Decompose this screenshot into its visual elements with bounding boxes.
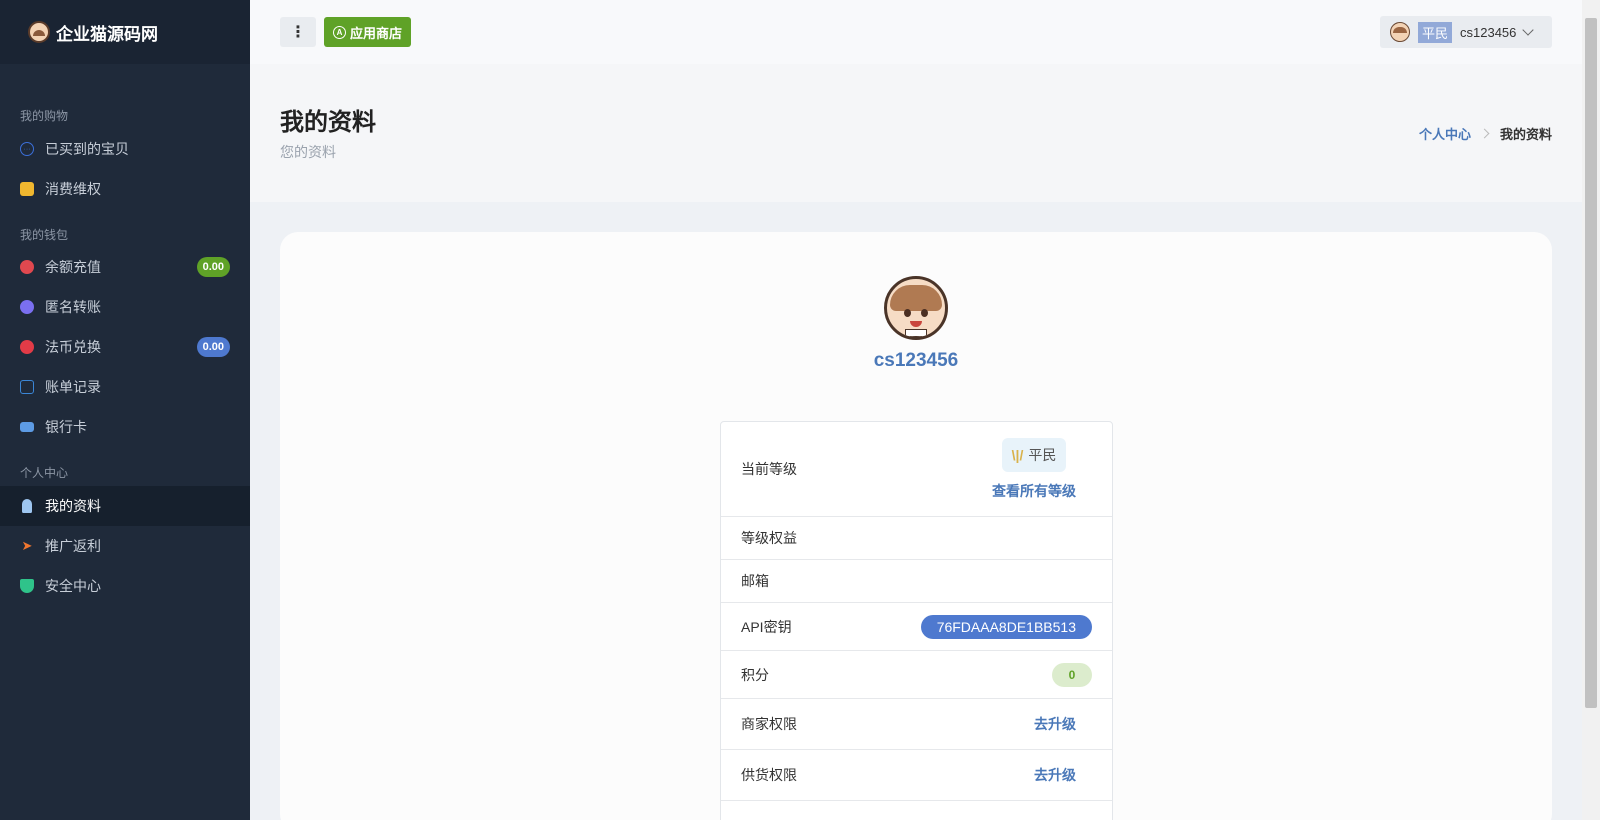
sidebar-item-security[interactable]: 安全中心: [0, 566, 250, 606]
bank-card-icon: [20, 422, 34, 432]
sidebar-item-label: 安全中心: [45, 578, 101, 594]
balance-icon: [20, 260, 34, 274]
sidebar-item-label: 推广返利: [45, 538, 101, 554]
sidebar-item-exchange[interactable]: 法币兑换 0.00: [0, 327, 250, 367]
avatar-eye: [904, 309, 911, 317]
sidebar-item-label: 账单记录: [45, 379, 101, 395]
brand[interactable]: 企业猫源码网: [0, 0, 250, 64]
email-label: 邮箱: [741, 573, 769, 589]
points-label: 积分: [741, 666, 769, 683]
sidebar: 企业猫源码网 我的购物 ··· 已买到的宝贝 消费维权 我的钱包 余额充值 0.…: [0, 0, 250, 820]
level-label: 当前等级: [741, 461, 797, 477]
user-menu[interactable]: 平民 cs123456: [1380, 16, 1552, 48]
page-scrollbar[interactable]: [1582, 0, 1600, 820]
scrollbar-thumb[interactable]: [1585, 18, 1597, 708]
merchant-upgrade-link[interactable]: 去升级: [1034, 714, 1076, 734]
store-icon: A: [333, 25, 346, 39]
page-hero: 我的资料 您的资料 个人中心 我的资料: [250, 64, 1582, 202]
avatar-mouth: [910, 321, 922, 327]
page-subtitle: 您的资料: [280, 144, 336, 160]
balance-badge: 0.00: [196, 257, 230, 277]
wheat-icon: \|/: [1011, 446, 1024, 463]
transfer-icon: [20, 300, 34, 314]
view-all-levels-link[interactable]: 查看所有等级: [992, 481, 1076, 501]
sidebar-item-transfer[interactable]: 匿名转账: [0, 287, 250, 327]
breadcrumb-parent-link[interactable]: 个人中心: [1419, 124, 1471, 143]
exchange-icon: [20, 340, 34, 354]
points-row: 积分 0: [721, 651, 1112, 699]
brand-logo-icon: [28, 21, 50, 43]
header-username: cs123456: [1460, 24, 1517, 40]
profile-card: cs123456 当前等级 \|/ 平民 查看所有等级 等级权益 邮箱 API密…: [280, 232, 1552, 820]
api-key-row: API密钥 76FDAAA8DE1BB513: [721, 603, 1112, 651]
avatar: [1390, 22, 1410, 42]
paper-plane-icon: ➤: [21, 538, 33, 553]
merchant-label: 商家权限: [741, 716, 797, 732]
sidebar-item-label: 消费维权: [45, 181, 101, 197]
breadcrumb: 个人中心 我的资料: [1419, 124, 1552, 143]
sidebar-item-label: 匿名转账: [45, 299, 101, 315]
sidebar-item-label: 余额充值: [45, 259, 101, 275]
profile-info-table: 当前等级 \|/ 平民 查看所有等级 等级权益 邮箱 API密钥 76FDAAA…: [720, 421, 1113, 820]
sidebar-item-bills[interactable]: 账单记录: [0, 367, 250, 407]
brand-name: 企业猫源码网: [56, 24, 158, 45]
merchant-row: 商家权限 去升级: [721, 699, 1112, 750]
breadcrumb-current: 我的资料: [1499, 127, 1552, 142]
nav-section-shopping: 我的购物: [20, 109, 69, 123]
sidebar-item-referral[interactable]: ➤ 推广返利: [0, 526, 250, 566]
supply-row: 供货权限 去升级: [721, 750, 1112, 801]
sidebar-item-dispute[interactable]: 消费维权: [0, 169, 250, 209]
sidebar-item-label: 我的资料: [45, 498, 101, 514]
exchange-badge: 0.00: [196, 337, 230, 357]
sidebar-item-bank-card[interactable]: 银行卡: [0, 407, 250, 447]
chevron-down-icon: [1522, 24, 1535, 36]
bill-icon: [20, 380, 34, 394]
receipt-icon: [20, 182, 34, 196]
shield-icon: [20, 579, 34, 593]
level-badge: \|/ 平民: [1001, 437, 1067, 472]
email-row: 邮箱: [721, 560, 1112, 603]
circle-dots-icon: ···: [20, 142, 34, 156]
level-value: 平民: [1028, 446, 1057, 463]
api-key-label: API密钥: [741, 618, 792, 635]
chevron-right-icon: [1479, 128, 1490, 139]
user-icon: [22, 499, 32, 513]
sidebar-item-profile[interactable]: 我的资料: [0, 486, 250, 526]
profile-avatar[interactable]: [884, 276, 948, 340]
sidebar-item-recharge[interactable]: 余额充值 0.00: [0, 247, 250, 287]
avatar-mic: [905, 329, 927, 337]
supply-upgrade-link[interactable]: 去升级: [1034, 765, 1076, 785]
level-row: 当前等级 \|/ 平民 查看所有等级: [721, 422, 1112, 517]
avatar-eye: [921, 309, 928, 317]
sidebar-item-label: 银行卡: [45, 419, 87, 435]
sidebar-item-label: 已买到的宝贝: [45, 141, 129, 157]
avatar-hair: [890, 285, 942, 311]
nav-section-personal: 个人中心: [20, 466, 69, 480]
points-value: 0: [1052, 662, 1092, 687]
sidebar-item-label: 法币兑换: [45, 339, 101, 355]
top-header: ⋮ A 应用商店 平民 cs123456: [250, 0, 1582, 64]
app-store-label: 应用商店: [350, 25, 403, 41]
next-row: [721, 801, 1112, 820]
sidebar-item-purchased[interactable]: ··· 已买到的宝贝: [0, 129, 250, 169]
rights-label: 等级权益: [741, 530, 797, 546]
level-group: \|/ 平民 查看所有等级: [992, 437, 1076, 501]
page-title: 我的资料: [280, 108, 376, 136]
rights-row: 等级权益: [721, 517, 1112, 560]
api-key-value[interactable]: 76FDAAA8DE1BB513: [920, 614, 1092, 639]
rank-tag: 平民: [1418, 21, 1453, 43]
more-menu-button[interactable]: ⋮: [280, 17, 316, 47]
nav-section-wallet: 我的钱包: [20, 228, 69, 242]
supply-label: 供货权限: [741, 767, 797, 783]
profile-username: cs123456: [873, 350, 959, 371]
app-store-button[interactable]: A 应用商店: [324, 17, 412, 47]
